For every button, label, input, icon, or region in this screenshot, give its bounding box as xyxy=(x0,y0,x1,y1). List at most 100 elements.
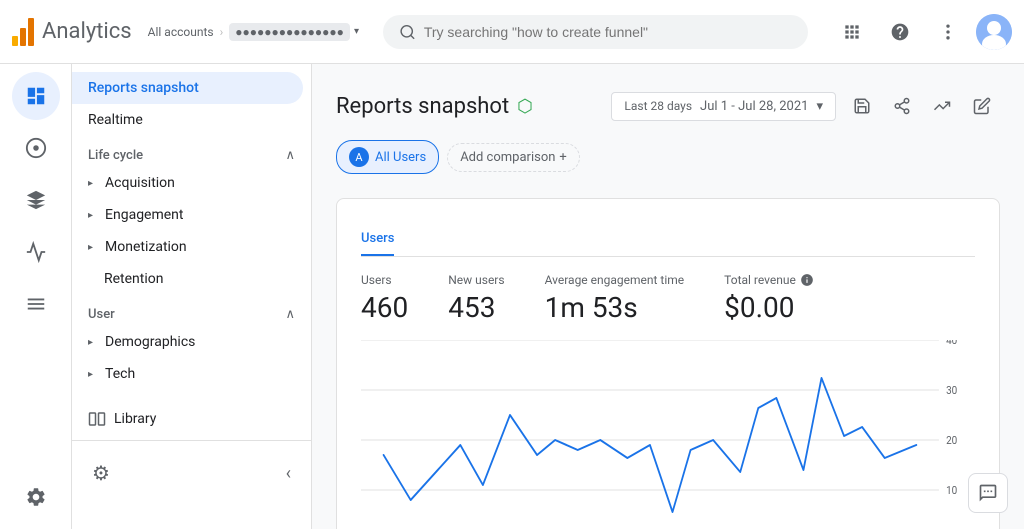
topbar: Analytics All accounts › ●●●●●●●●●●●●●●●… xyxy=(0,0,1024,64)
sidebar-settings-button[interactable]: ⚙ xyxy=(72,449,130,497)
layout: Reports snapshot Realtime Life cycle ∧ ▸… xyxy=(0,64,1024,529)
library-icon xyxy=(88,410,106,428)
sidebar-collapse-button[interactable]: ‹ xyxy=(266,451,311,496)
feedback-button[interactable] xyxy=(968,473,1008,513)
apps-button[interactable] xyxy=(832,12,872,52)
icon-bar-bottom xyxy=(12,473,60,521)
expand-arrow-icon: ▸ xyxy=(88,337,93,348)
metrics-row: Users 460 New users 453 Average engageme… xyxy=(361,273,975,324)
svg-text:10: 10 xyxy=(946,484,957,498)
sidebar-item-monetization[interactable]: ▸ Monetization xyxy=(72,231,303,263)
share-button[interactable] xyxy=(884,88,920,124)
sidebar-item-tech[interactable]: ▸ Tech xyxy=(72,358,303,390)
lifecycle-section-header: Life cycle ∧ xyxy=(72,136,311,167)
help-button[interactable] xyxy=(880,12,920,52)
nav-home[interactable] xyxy=(12,72,60,120)
logo-bar-3 xyxy=(28,18,34,46)
header-actions xyxy=(844,88,1000,124)
expand-arrow-icon: ▸ xyxy=(88,369,93,380)
nav-explore[interactable] xyxy=(12,176,60,224)
expand-arrow-icon: ▸ xyxy=(88,178,93,189)
search-icon xyxy=(399,23,416,41)
search-bar[interactable] xyxy=(383,15,808,49)
edit-button[interactable] xyxy=(964,88,1000,124)
metric-users-value: 460 xyxy=(361,291,408,324)
all-accounts-label: All accounts xyxy=(148,25,214,39)
sidebar-item-demographics[interactable]: ▸ Demographics xyxy=(72,326,303,358)
metric-new-users-label: New users xyxy=(448,273,504,287)
save-report-button[interactable] xyxy=(844,88,880,124)
chart-tab-users[interactable]: Users xyxy=(361,223,394,256)
metric-users-label: Users xyxy=(361,273,408,287)
sidebar-item-label: Engagement xyxy=(105,207,183,223)
metric-users: Users 460 xyxy=(361,273,408,324)
user-section-header: User ∧ xyxy=(72,295,311,326)
sidebar-bottom: ⚙ ‹ xyxy=(72,440,311,505)
lifecycle-label: Life cycle xyxy=(88,148,143,163)
logo-bar-1 xyxy=(12,36,18,46)
sidebar-item-reports-snapshot[interactable]: Reports snapshot xyxy=(72,72,303,104)
logo-bar-2 xyxy=(20,28,26,46)
library-label: Library xyxy=(114,411,156,427)
breadcrumb-sep: › xyxy=(220,25,224,39)
sidebar-item-realtime[interactable]: Realtime xyxy=(72,104,303,136)
more-options-button[interactable] xyxy=(928,12,968,52)
chart-tab-row: Users xyxy=(361,223,975,257)
metric-engagement-value: 1m 53s xyxy=(545,291,685,324)
title-row: Reports snapshot ⬡ xyxy=(336,94,533,119)
sidebar-item-engagement[interactable]: ▸ Engagement xyxy=(72,199,303,231)
sidebar-item-label: Acquisition xyxy=(105,175,175,191)
add-comparison-button[interactable]: Add comparison + xyxy=(447,143,580,172)
metric-engagement-label: Average engagement time xyxy=(545,273,685,287)
lifecycle-collapse-icon[interactable]: ∧ xyxy=(285,148,295,163)
nav-settings[interactable] xyxy=(12,473,60,521)
sidebar-item-acquisition[interactable]: ▸ Acquisition xyxy=(72,167,303,199)
filter-row: A All Users Add comparison + xyxy=(336,140,1000,174)
all-users-label: All Users xyxy=(375,150,426,165)
metric-engagement-time: Average engagement time 1m 53s xyxy=(545,273,685,324)
add-icon: + xyxy=(559,150,566,165)
sidebar-item-label: Realtime xyxy=(88,112,143,128)
metric-total-revenue: Total revenue $0.00 xyxy=(724,273,814,324)
nav-configure[interactable] xyxy=(12,280,60,328)
all-users-chip[interactable]: A All Users xyxy=(336,140,439,174)
logo-bars xyxy=(12,18,34,46)
account-selector[interactable]: All accounts › ●●●●●●●●●●●●●●● ▾ xyxy=(148,23,359,41)
sidebar-item-library[interactable]: Library xyxy=(72,398,311,440)
main-header: Reports snapshot ⬡ Last 28 days Jul 1 - … xyxy=(336,88,1000,124)
sidebar-item-label: Demographics xyxy=(105,334,195,350)
metric-new-users: New users 453 xyxy=(448,273,504,324)
last28-label: Last 28 days xyxy=(624,99,692,113)
date-range-value: Jul 1 - Jul 28, 2021 xyxy=(700,99,808,114)
calendar-chevron-icon: ▾ xyxy=(816,99,823,114)
external-link-icon[interactable]: ⬡ xyxy=(517,96,533,117)
chart-area: 40 30 20 10 0 04 Jul 11 18 25 xyxy=(361,340,975,529)
user-collapse-icon[interactable]: ∧ xyxy=(285,307,295,322)
sidebar-item-retention[interactable]: Retention xyxy=(72,263,303,295)
nav-advertise[interactable] xyxy=(12,228,60,276)
sidebar: Reports snapshot Realtime Life cycle ∧ ▸… xyxy=(72,64,312,529)
main-content: Reports snapshot ⬡ Last 28 days Jul 1 - … xyxy=(312,64,1024,529)
trend-button[interactable] xyxy=(924,88,960,124)
app-title: Analytics xyxy=(42,19,132,44)
metric-revenue-value: $0.00 xyxy=(724,291,814,324)
expand-arrow-icon: ▸ xyxy=(88,242,93,253)
sidebar-item-label: Monetization xyxy=(105,239,187,255)
feedback-icon[interactable] xyxy=(968,473,1008,513)
expand-arrow-icon: ▸ xyxy=(88,210,93,221)
svg-text:20: 20 xyxy=(946,434,957,448)
add-comparison-label: Add comparison xyxy=(460,150,555,165)
avatar[interactable] xyxy=(976,14,1012,50)
search-input[interactable] xyxy=(424,24,792,40)
line-chart-svg: 40 30 20 10 0 04 Jul 11 18 25 xyxy=(361,340,975,529)
logo: Analytics xyxy=(12,18,140,46)
icon-bar xyxy=(0,64,72,529)
all-users-avatar: A xyxy=(349,147,369,167)
metric-revenue-label: Total revenue xyxy=(724,273,814,287)
sidebar-item-label: Retention xyxy=(104,271,164,287)
account-name: ●●●●●●●●●●●●●●● xyxy=(229,23,350,41)
date-range-selector[interactable]: Last 28 days Jul 1 - Jul 28, 2021 ▾ xyxy=(611,92,836,121)
info-icon xyxy=(800,273,814,287)
nav-realtime[interactable] xyxy=(12,124,60,172)
page-title: Reports snapshot xyxy=(336,94,509,119)
